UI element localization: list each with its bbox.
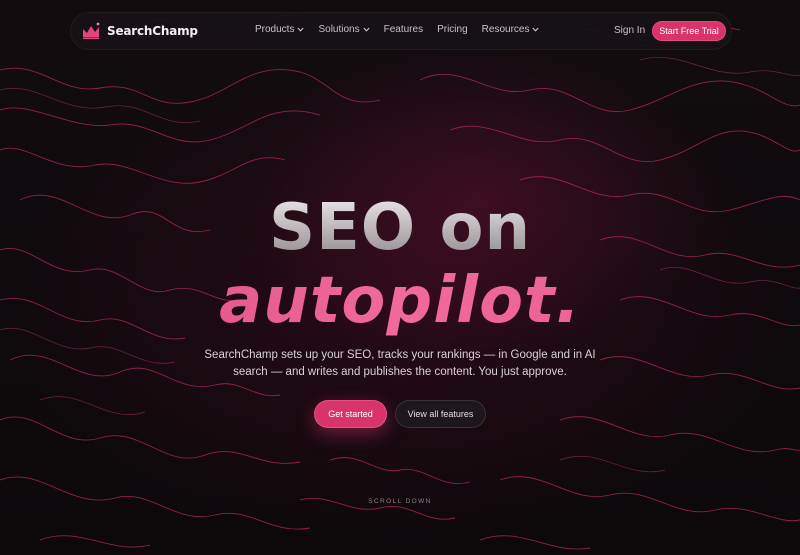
brand-name: SearchChamp <box>107 24 198 38</box>
nav-item-label: Products <box>255 24 295 35</box>
chevron-down-icon <box>363 27 370 32</box>
hero-headline-line1: SEO on <box>0 193 800 263</box>
chevron-down-icon <box>532 27 540 32</box>
nav-item-resources[interactable]: Resources <box>482 24 540 35</box>
start-free-trial-button[interactable]: Start Free Trial <box>652 21 726 41</box>
sign-in-link[interactable]: Sign In <box>614 25 645 36</box>
crown-chart-icon <box>81 21 101 41</box>
nav-item-label: Resources <box>481 24 530 35</box>
scroll-down-hint[interactable]: SCROLL DOWN <box>0 498 800 505</box>
logo[interactable]: SearchChamp <box>81 21 198 41</box>
nav-item-pricing[interactable]: Pricing <box>437 24 468 35</box>
nav-item-label: Features <box>383 24 424 35</box>
nav-item-features[interactable]: Features <box>384 24 423 35</box>
view-all-features-button[interactable]: View all features <box>395 400 486 428</box>
nav-menu: Products Solutions Features Pricing Reso… <box>255 24 553 35</box>
nav-item-label: Pricing <box>437 24 468 35</box>
nav-item-solutions[interactable]: Solutions <box>318 24 370 35</box>
get-started-button[interactable]: Get started <box>314 400 387 428</box>
nav-item-products[interactable]: Products <box>255 24 305 35</box>
top-navbar: SearchChamp Products Solutions Features … <box>70 12 732 50</box>
chevron-down-icon <box>297 27 305 32</box>
hero-headline-line2: autopilot. <box>0 266 800 336</box>
hero-subtitle: SearchChamp sets up your SEO, tracks you… <box>204 349 596 378</box>
nav-item-label: Solutions <box>318 24 360 35</box>
